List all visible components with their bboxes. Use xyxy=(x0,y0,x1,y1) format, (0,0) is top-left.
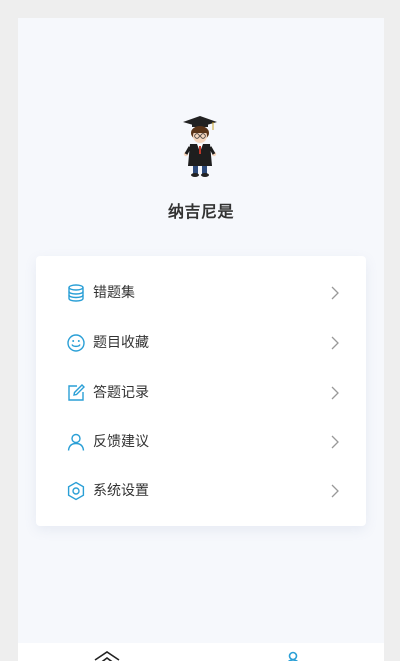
username: 纳吉尼是 xyxy=(167,202,234,221)
menu-item-wrong-questions[interactable]: 错题集 xyxy=(36,273,366,313)
menu-card: 错题集 题目收藏 答题记录 反馈建议 系统设置 xyxy=(36,256,366,526)
bottom-tab-bar xyxy=(18,643,384,661)
database-icon xyxy=(68,284,84,302)
menu-item-label: 题目收藏 xyxy=(93,335,149,351)
smiley-icon xyxy=(67,334,85,352)
menu-item-favorites[interactable]: 题目收藏 xyxy=(36,323,366,363)
menu-item-answer-records[interactable]: 答题记录 xyxy=(36,373,366,413)
chevron-right-icon xyxy=(331,336,339,350)
chevron-right-icon xyxy=(331,286,339,300)
chevron-right-icon xyxy=(331,484,339,498)
menu-item-settings[interactable]: 系统设置 xyxy=(36,471,366,511)
chevron-right-icon xyxy=(331,435,339,449)
menu-item-label: 反馈建议 xyxy=(93,434,149,450)
edit-icon xyxy=(68,384,85,401)
app-screen: 纳吉尼是 错题集 题目收藏 答题记录 反馈建议 系统设置 xyxy=(18,18,384,661)
settings-icon xyxy=(67,481,85,501)
home-icon[interactable] xyxy=(94,651,120,661)
user-icon[interactable] xyxy=(286,651,300,661)
menu-item-feedback[interactable]: 反馈建议 xyxy=(36,422,366,462)
menu-item-label: 系统设置 xyxy=(93,483,149,499)
menu-item-label: 错题集 xyxy=(93,285,135,301)
avatar[interactable] xyxy=(180,114,220,180)
menu-item-label: 答题记录 xyxy=(93,385,149,401)
user-icon xyxy=(67,433,85,451)
chevron-right-icon xyxy=(331,386,339,400)
